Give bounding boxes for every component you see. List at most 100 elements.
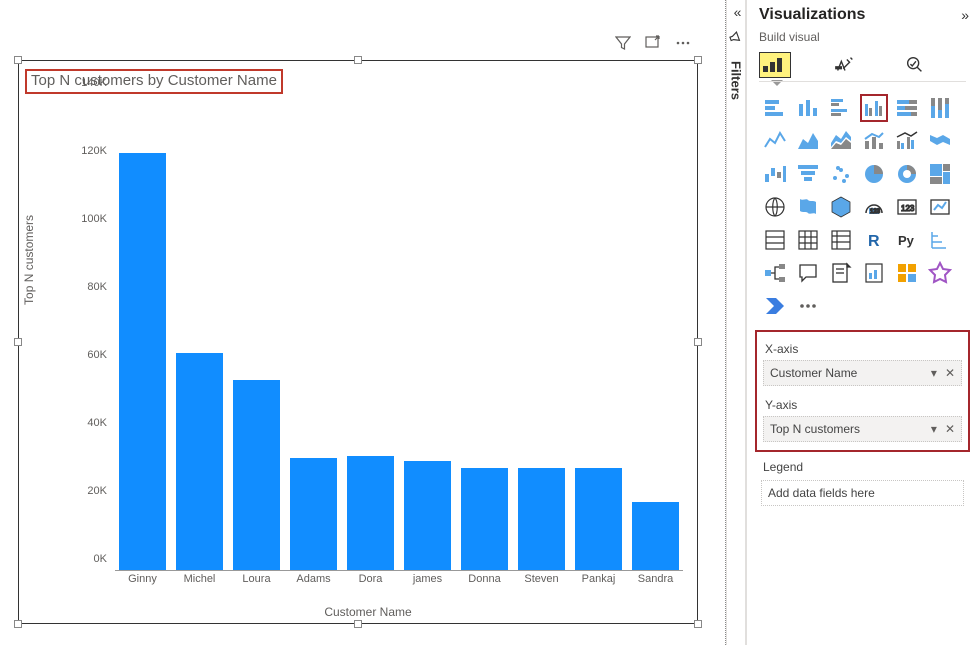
y-axis-field-slot[interactable]: Top N customers ▾ ✕	[763, 416, 962, 442]
expand-pane-icon[interactable]: »	[961, 7, 966, 23]
azure-map-icon[interactable]	[827, 193, 855, 221]
line-chart-icon[interactable]	[761, 127, 789, 155]
bar[interactable]	[518, 468, 565, 570]
line-stacked-column-icon[interactable]	[860, 127, 888, 155]
y-tick-label: 100K	[81, 213, 107, 225]
hundred-stacked-bar-icon[interactable]	[893, 94, 921, 122]
x-tick-label: Dora	[347, 573, 394, 589]
x-tick-label: Sandra	[632, 573, 679, 589]
collapse-pane-icon[interactable]: «	[734, 4, 739, 20]
decomposition-tree-icon[interactable]	[761, 259, 789, 287]
bar[interactable]	[290, 458, 337, 570]
field-wells-highlighted: X-axis Customer Name ▾ ✕ Y-axis Top N cu…	[755, 330, 970, 452]
build-visual-label: Build visual	[747, 30, 978, 50]
bar[interactable]	[575, 468, 622, 570]
hundred-stacked-column-icon[interactable]	[926, 94, 954, 122]
y-axis-label: Top N customers	[22, 215, 36, 305]
get-more-visuals-icon[interactable]	[926, 259, 954, 287]
x-tick-label: Donna	[461, 573, 508, 589]
funnel-icon[interactable]	[794, 160, 822, 188]
pie-icon[interactable]	[860, 160, 888, 188]
clustered-column-icon[interactable]	[860, 94, 888, 122]
x-tick-label: Ginny	[119, 573, 166, 589]
bar[interactable]	[461, 468, 508, 570]
remove-field-icon[interactable]: ✕	[945, 366, 955, 380]
smart-narrative-icon[interactable]	[827, 259, 855, 287]
resize-handle[interactable]	[14, 56, 22, 64]
bar[interactable]	[632, 502, 679, 570]
svg-text:R: R	[868, 233, 880, 250]
treemap-icon[interactable]	[926, 160, 954, 188]
donut-icon[interactable]	[893, 160, 921, 188]
multirow-card-icon[interactable]	[761, 226, 789, 254]
megaphone-icon[interactable]	[727, 28, 746, 49]
resize-handle[interactable]	[694, 338, 702, 346]
scatter-icon[interactable]	[827, 160, 855, 188]
visualization-type-grid: 123 123 R Py	[747, 78, 978, 324]
resize-handle[interactable]	[354, 56, 362, 64]
legend-well-label: Legend	[763, 460, 964, 474]
resize-handle[interactable]	[14, 620, 22, 628]
bar[interactable]	[347, 456, 394, 570]
chevron-down-icon[interactable]: ▾	[931, 422, 937, 436]
filled-map-icon[interactable]	[794, 193, 822, 221]
clustered-bar-icon[interactable]	[827, 94, 855, 122]
stacked-column-icon[interactable]	[794, 94, 822, 122]
filter-icon[interactable]	[615, 35, 631, 51]
x-axis-label: Customer Name	[49, 605, 687, 619]
key-influencers-icon[interactable]	[926, 226, 954, 254]
bar[interactable]	[233, 380, 280, 570]
y-axis-field-name: Top N customers	[770, 422, 860, 436]
x-axis-field-name: Customer Name	[770, 366, 857, 380]
y-tick-label: 140K	[81, 77, 107, 89]
gauge-icon[interactable]: 123	[860, 193, 888, 221]
legend-well: Legend Add data fields here	[755, 460, 970, 506]
resize-handle[interactable]	[694, 620, 702, 628]
x-tick-label: Adams	[290, 573, 337, 589]
analytics-button[interactable]	[899, 52, 931, 78]
format-visual-button[interactable]	[829, 52, 861, 78]
power-automate-icon[interactable]	[761, 292, 789, 320]
bar[interactable]	[119, 153, 166, 570]
paginated-report-icon[interactable]	[860, 259, 888, 287]
chart-visual-container[interactable]: Top N customers by Customer Name Top N c…	[18, 60, 698, 624]
python-visual-icon[interactable]: Py	[893, 226, 921, 254]
y-tick-label: 0K	[94, 553, 107, 565]
matrix-icon[interactable]	[827, 226, 855, 254]
table-icon[interactable]	[794, 226, 822, 254]
resize-handle[interactable]	[354, 620, 362, 628]
chevron-down-icon[interactable]: ▾	[931, 366, 937, 380]
x-tick-label: james	[404, 573, 451, 589]
resize-handle[interactable]	[694, 56, 702, 64]
remove-field-icon[interactable]: ✕	[945, 422, 955, 436]
visualizations-title: Visualizations	[759, 6, 865, 24]
chart-title: Top N customers by Customer Name	[25, 69, 283, 94]
area-chart-icon[interactable]	[794, 127, 822, 155]
resize-handle[interactable]	[14, 338, 22, 346]
line-clustered-column-icon[interactable]	[893, 127, 921, 155]
map-icon[interactable]	[761, 193, 789, 221]
kpi-icon[interactable]	[926, 193, 954, 221]
report-canvas[interactable]: Top N customers by Customer Name Top N c…	[0, 0, 721, 645]
y-tick-label: 120K	[81, 145, 107, 157]
more-icon[interactable]	[794, 292, 822, 320]
stacked-area-icon[interactable]	[827, 127, 855, 155]
x-axis-field-slot[interactable]: Customer Name ▾ ✕	[763, 360, 962, 386]
stacked-bar-icon[interactable]	[761, 94, 789, 122]
legend-field-slot[interactable]: Add data fields here	[761, 480, 964, 506]
filters-label[interactable]: Filters	[729, 61, 744, 100]
waterfall-icon[interactable]	[761, 160, 789, 188]
bar[interactable]	[176, 353, 223, 570]
r-visual-icon[interactable]: R	[860, 226, 888, 254]
qna-icon[interactable]	[794, 259, 822, 287]
appsource-icon[interactable]	[893, 259, 921, 287]
more-options-icon[interactable]	[675, 35, 691, 51]
focus-mode-icon[interactable]	[645, 35, 661, 51]
card-icon[interactable]: 123	[893, 193, 921, 221]
ribbon-chart-icon[interactable]	[926, 127, 954, 155]
x-tick-label: Pankaj	[575, 573, 622, 589]
x-tick-label: Steven	[518, 573, 565, 589]
visualizations-pane: Visualizations » Build visual	[746, 0, 978, 645]
bar[interactable]	[404, 461, 451, 570]
build-visual-button[interactable]	[759, 52, 791, 78]
